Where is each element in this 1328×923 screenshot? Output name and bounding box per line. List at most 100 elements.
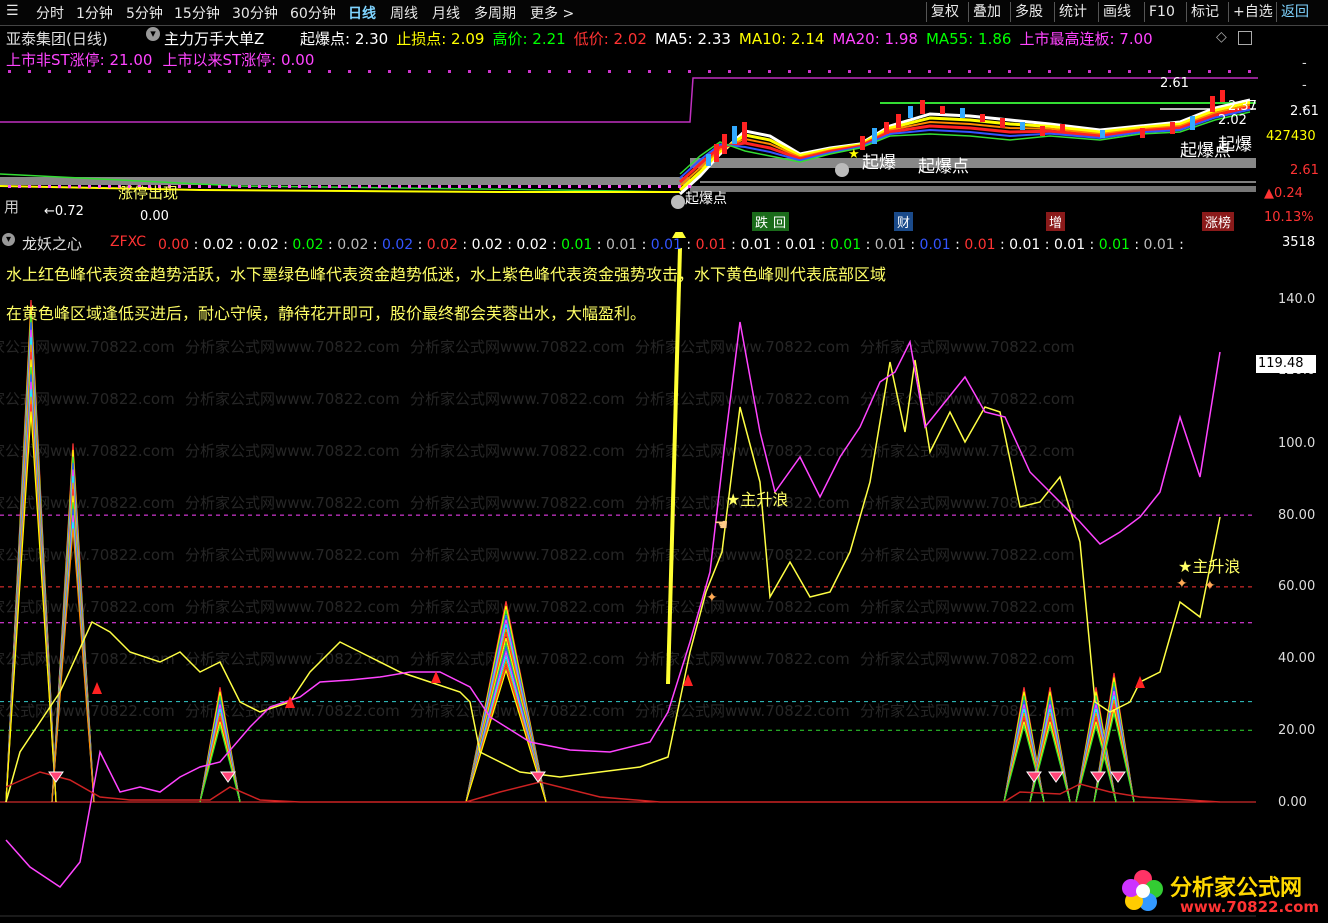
candle-16 — [1040, 126, 1045, 136]
candle-18 — [1100, 130, 1105, 138]
purple-dot — [388, 70, 391, 73]
purple-dot — [708, 70, 711, 73]
toolbar-button-1[interactable]: 叠加 — [968, 2, 1005, 22]
period-tab-0[interactable]: 分时 — [36, 3, 64, 23]
candle-15 — [1020, 122, 1025, 130]
indicator-value-7: 0.02 — [471, 237, 503, 253]
indicator-dropdown-icon[interactable]: ▾ — [2, 233, 15, 246]
volume-dot — [388, 185, 391, 188]
header-item-8: 上市最高连板: 7.00 — [1019, 30, 1153, 48]
indicator-value-4: 0.02 — [337, 237, 369, 253]
toolbar-button-3[interactable]: 统计 — [1054, 2, 1091, 22]
volume-dot — [608, 185, 611, 188]
volume-dot — [18, 185, 21, 188]
dropdown-icon[interactable]: ▾ — [146, 27, 160, 41]
volume-dot — [478, 185, 481, 188]
toolbar-button-7[interactable]: +自选 — [1228, 2, 1277, 22]
event-tag-2[interactable]: 财 — [894, 212, 914, 231]
logo-url: www.70822.com — [1180, 898, 1320, 916]
volume-dot — [48, 185, 51, 188]
toolbar-button-4[interactable]: 画线 — [1098, 2, 1135, 22]
event-tag-0[interactable]: 跌 — [752, 212, 772, 231]
stock-name: 亚泰集团(日线) — [6, 30, 108, 48]
volume-dot — [588, 185, 591, 188]
indicator-value-22: 0.01 — [1143, 237, 1175, 253]
volume-dot — [98, 185, 101, 188]
star-icon: ★ — [726, 490, 741, 509]
period-tab-4[interactable]: 30分钟 — [232, 3, 278, 23]
indicator-axis-label-2: 100.0 — [1278, 436, 1316, 451]
period-tab-10[interactable]: 更多 > — [530, 3, 574, 23]
diamond-icon[interactable]: ◇ — [1216, 29, 1227, 45]
purple-dot — [408, 70, 411, 73]
toolbar-button-5[interactable]: F10 — [1144, 2, 1179, 22]
volume-dot — [188, 185, 191, 188]
period-tab-1[interactable]: 1分钟 — [76, 3, 113, 23]
period-tab-3[interactable]: 15分钟 — [174, 3, 220, 23]
indicator-axis-label-4: 60.00 — [1278, 579, 1316, 594]
gem-icon-4 — [1048, 771, 1064, 783]
indicator-chart[interactable]: 分析家公式网www.70822.com 分析家公式网www.70822.com 分析… — [0, 232, 1256, 918]
price-axis-label-2: 2.61 — [1290, 163, 1319, 178]
purple-dot — [548, 70, 551, 73]
maximize-icon[interactable] — [1238, 31, 1252, 45]
period-tab-5[interactable]: 60分钟 — [290, 3, 336, 23]
spike-line — [5, 374, 57, 803]
purple-dot — [688, 70, 691, 73]
period-tab-7[interactable]: 周线 — [390, 3, 418, 23]
purple-dot — [1188, 70, 1191, 73]
gem-icon-6 — [1110, 771, 1126, 783]
purple-dot — [828, 70, 831, 73]
watermark-text: 分析家公式网www.70822.com — [0, 546, 175, 564]
value-separator: : — [637, 237, 651, 253]
zero-label: 0.00 — [140, 209, 169, 224]
volume-dot — [368, 185, 371, 188]
candle-23 — [1220, 90, 1225, 102]
period-tab-2[interactable]: 5分钟 — [126, 3, 163, 23]
volume-dot — [258, 185, 261, 188]
value-separator: : — [726, 237, 741, 253]
indicator-axis-label-6: 20.00 — [1278, 723, 1316, 738]
main-wave-text-2: 主升浪 — [1192, 557, 1241, 576]
event-tag-1[interactable]: 回 — [770, 212, 790, 231]
purple-dot — [128, 70, 131, 73]
toolbar-button-2[interactable]: 多股 — [1010, 2, 1047, 22]
indicator-value-16: 0.01 — [874, 237, 906, 253]
watermark-text: 分析家公式网www.70822.com — [185, 494, 400, 512]
period-tab-9[interactable]: 多周期 — [474, 3, 516, 23]
period-tab-8[interactable]: 月线 — [432, 3, 460, 23]
qb-label-mid: 起爆 — [862, 153, 896, 173]
toolbar-button-8[interactable]: 返回 — [1276, 2, 1313, 22]
header-item-7: MA55: 1.86 — [925, 30, 1012, 48]
ma-purple-line — [0, 77, 1258, 123]
toolbar-button-6[interactable]: 标记 — [1186, 2, 1223, 22]
purple-dot — [1088, 70, 1091, 73]
purple-dot — [928, 70, 931, 73]
purple-dot — [668, 70, 671, 73]
purple-dot — [1028, 70, 1031, 73]
volume-dot — [338, 185, 341, 188]
event-tag-3[interactable]: 增 — [1046, 212, 1066, 231]
axis-tick-2: - — [1302, 100, 1307, 115]
purple-dot — [968, 70, 971, 73]
purple-dot — [508, 70, 511, 73]
volume-dot — [68, 185, 71, 188]
menu-icon[interactable]: ☰ — [6, 3, 19, 19]
purple-dot — [988, 70, 991, 73]
value-separator: : — [547, 237, 562, 253]
candle-19 — [1140, 128, 1145, 138]
event-tag-4[interactable]: 涨榜 — [1202, 212, 1235, 231]
purple-dot — [888, 70, 891, 73]
volume-dot — [558, 185, 561, 188]
gray-band-1 — [690, 158, 1256, 168]
candle-20 — [1170, 122, 1175, 134]
hand-pointer-icon: ☚ — [714, 515, 728, 534]
value-separator: : — [413, 237, 427, 253]
toolbar-button-0[interactable]: 复权 — [926, 2, 963, 22]
red-arrow-icon-0 — [92, 682, 102, 694]
volume-dot — [598, 185, 601, 188]
period-tab-6[interactable]: 日线 — [348, 3, 376, 23]
candle-4 — [742, 122, 747, 144]
indicator-title: 龙妖之心 — [22, 235, 83, 253]
candle-2 — [722, 134, 727, 154]
